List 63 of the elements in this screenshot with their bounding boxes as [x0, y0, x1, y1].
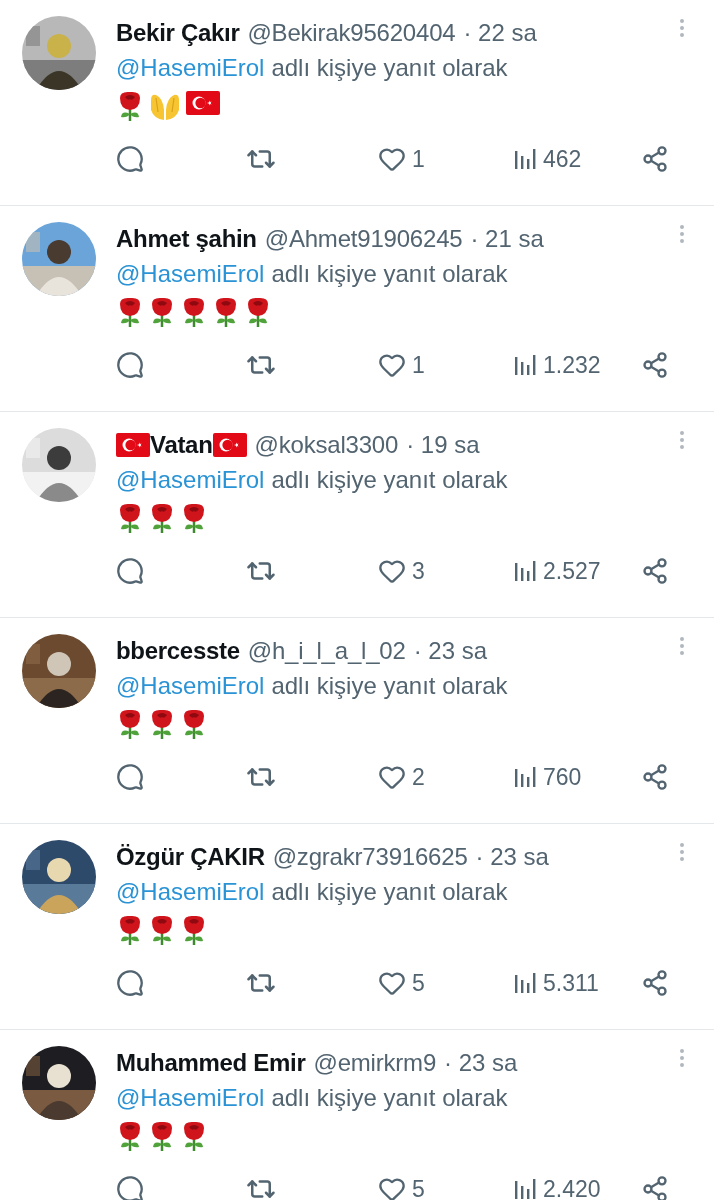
views-button[interactable]: 1.232 — [513, 351, 601, 379]
bar-chart-icon — [513, 1177, 537, 1200]
like-button[interactable]: 1 — [378, 145, 425, 173]
user-handle[interactable]: @koksal3300 — [254, 431, 399, 459]
user-handle[interactable]: @emirkrm9 — [313, 1049, 437, 1077]
mention-link[interactable]: @HasemiErol — [116, 260, 265, 288]
flag-icon — [116, 432, 150, 458]
views-button[interactable]: 2.420 — [513, 1175, 601, 1200]
reply-context: adlı kişiye yanıt olarak — [271, 260, 508, 288]
share-button[interactable] — [641, 969, 669, 997]
bar-chart-icon — [513, 971, 537, 995]
display-name[interactable]: Özgür ÇAKIR — [116, 843, 265, 871]
display-name[interactable]: bbercesste — [116, 637, 240, 665]
share-button[interactable] — [641, 145, 669, 173]
display-name[interactable]: Bekir Çakır — [116, 19, 240, 47]
timestamp: · 23 sa — [475, 843, 549, 871]
bar-chart-icon — [513, 353, 537, 377]
like-button[interactable]: 5 — [378, 1175, 425, 1200]
like-button[interactable]: 5 — [378, 969, 425, 997]
flag-icon — [186, 90, 220, 116]
user-handle[interactable]: @h_i_l_a_l_02 — [247, 637, 406, 665]
mention-link[interactable]: @HasemiErol — [116, 672, 265, 700]
reply-button[interactable] — [116, 763, 144, 791]
share-button[interactable] — [641, 351, 669, 379]
reply-context: adlı kişiye yanıt olarak — [271, 54, 508, 82]
reply-button[interactable] — [116, 351, 144, 379]
views-button[interactable]: 5.311 — [513, 969, 599, 997]
views-button[interactable]: 2.527 — [513, 557, 601, 585]
views-button[interactable]: 760 — [513, 763, 582, 791]
mention-link[interactable]: @HasemiErol — [116, 878, 265, 906]
share-button[interactable] — [641, 557, 669, 585]
user-handle[interactable]: @Ahmet91906245 — [264, 225, 463, 253]
mention-link[interactable]: @HasemiErol — [116, 54, 265, 82]
timestamp: · 21 sa — [470, 225, 544, 253]
user-handle[interactable]: @Bekirak95620404 — [247, 19, 456, 47]
bar-chart-icon — [513, 765, 537, 789]
reply-context: adlı kişiye yanıt olarak — [271, 878, 508, 906]
timestamp: · 19 sa — [406, 431, 480, 459]
views-button[interactable]: 462 — [513, 145, 582, 173]
mention-link[interactable]: @HasemiErol — [116, 466, 265, 494]
reply-button[interactable] — [116, 145, 144, 173]
user-handle[interactable]: @zgrakr73916625 — [272, 843, 468, 871]
like-button[interactable]: 3 — [378, 557, 425, 585]
display-name[interactable]: Vatan — [150, 431, 213, 459]
display-name[interactable]: Ahmet şahin — [116, 225, 257, 253]
like-button[interactable]: 2 — [378, 763, 425, 791]
timestamp: · 23 sa — [413, 637, 487, 665]
reply-button[interactable] — [116, 557, 144, 585]
reply-button[interactable] — [116, 1175, 144, 1200]
bar-chart-icon — [513, 147, 537, 171]
timestamp: · 23 sa — [444, 1049, 518, 1077]
bar-chart-icon — [513, 559, 537, 583]
share-button[interactable] — [641, 1175, 669, 1200]
reply-context: adlı kişiye yanıt olarak — [271, 1084, 508, 1112]
reply-context: adlı kişiye yanıt olarak — [271, 466, 508, 494]
reply-button[interactable] — [116, 969, 144, 997]
flag-icon — [212, 432, 247, 458]
mention-link[interactable]: @HasemiErol — [116, 1084, 265, 1112]
reply-context: adlı kişiye yanıt olarak — [271, 672, 508, 700]
like-button[interactable]: 1 — [378, 351, 425, 379]
timestamp: · 22 sa — [463, 19, 537, 47]
share-button[interactable] — [641, 763, 669, 791]
display-name[interactable]: Muhammed Emir — [116, 1049, 306, 1077]
